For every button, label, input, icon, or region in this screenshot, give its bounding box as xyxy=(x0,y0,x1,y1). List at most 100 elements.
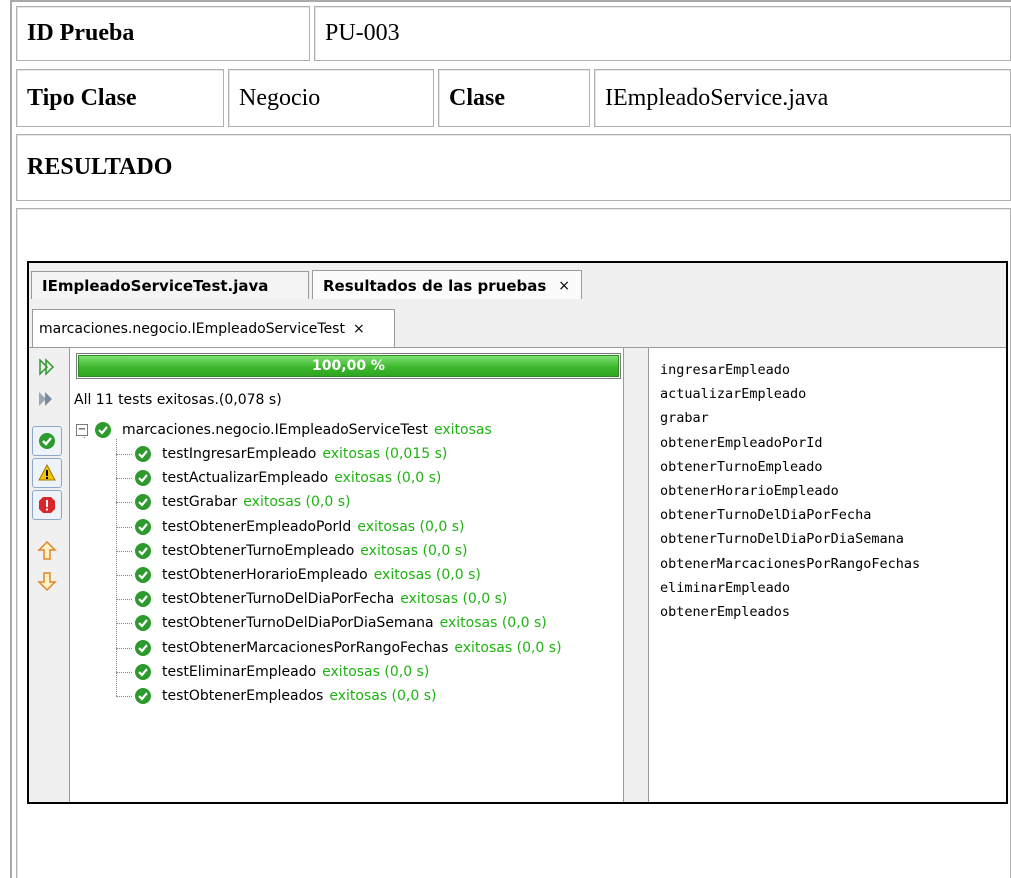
test-row[interactable]: testObtenerMarcacionesPorRangoFechas exit… xyxy=(134,637,562,659)
tree-connector xyxy=(116,502,132,504)
output-line: obtenerEmpleados xyxy=(660,604,791,620)
passed-icon xyxy=(95,422,111,438)
suite-status: exitosas xyxy=(433,422,492,438)
test-row[interactable]: testObtenerHorarioEmpleado exitosas (0,0 … xyxy=(134,564,481,586)
passed-icon xyxy=(135,470,151,487)
test-name: testObtenerMarcacionesPorRangoFechas xyxy=(162,639,449,656)
passed-icon xyxy=(135,518,151,535)
clase-value: IEmpleadoService.java xyxy=(594,69,1011,127)
tab-label: IEmpleadoServiceTest.java xyxy=(42,276,269,295)
passed-icon xyxy=(135,615,151,632)
tree-connector xyxy=(116,696,132,697)
show-errors-icon[interactable] xyxy=(32,490,62,520)
suite-node[interactable]: − marcaciones.negocio.IEmpleadoServiceTe… xyxy=(76,419,492,441)
show-warnings-icon[interactable] xyxy=(32,458,62,488)
rerun-failed-icon[interactable] xyxy=(32,384,62,414)
progress-label: 100,00 % xyxy=(312,358,385,374)
test-status: exitosas (0,0 s) xyxy=(334,470,442,487)
test-name: testObtenerEmpleadoPorId xyxy=(162,518,352,535)
test-row[interactable]: testObtenerEmpleados exitosas (0,0 s) xyxy=(134,685,437,707)
test-results-window: IEmpleadoServiceTest.java Resultados de … xyxy=(27,261,1008,804)
test-status: exitosas (0,0 s) xyxy=(357,518,465,535)
output-line: obtenerTurnoDelDiaPorFecha xyxy=(660,507,872,524)
tree-connector xyxy=(116,623,132,625)
output-line: obtenerHorarioEmpleado xyxy=(660,483,839,499)
tree-connector xyxy=(116,671,132,673)
tipo-clase-label: Tipo Clase xyxy=(16,69,224,127)
passed-icon xyxy=(135,663,151,680)
test-name: testObtenerHorarioEmpleado xyxy=(162,567,368,583)
output-line: eliminarEmpleado xyxy=(660,579,791,596)
output-line: obtenerTurnoEmpleado xyxy=(660,458,823,475)
passed-icon xyxy=(135,688,151,704)
test-status: exitosas (0,0 s) xyxy=(454,639,562,656)
test-row[interactable]: testIngresarEmpleado exitosas (0,015 s) xyxy=(134,443,447,465)
tree-connector xyxy=(116,550,132,552)
show-passed-icon[interactable] xyxy=(32,426,62,456)
tipo-clase-value: Negocio xyxy=(228,69,434,127)
test-status: exitosas (0,0 s) xyxy=(439,615,547,632)
tab-label: Resultados de las pruebas xyxy=(323,276,547,295)
tree-connector xyxy=(116,478,132,480)
test-toolbar xyxy=(29,348,69,802)
collapse-icon[interactable]: − xyxy=(76,424,88,436)
suite-name: marcaciones.negocio.IEmpleadoServiceTest xyxy=(122,422,428,438)
output-line: actualizarEmpleado xyxy=(660,386,807,403)
clase-label: Clase xyxy=(438,69,590,127)
resultado-label: RESULTADO xyxy=(16,134,1011,201)
editor-tab-bar: IEmpleadoServiceTest.java Resultados de … xyxy=(29,263,1006,300)
next-failure-icon[interactable] xyxy=(32,566,62,596)
test-name: testObtenerTurnoDelDiaPorDiaSemana xyxy=(162,615,434,632)
test-row[interactable]: testEliminarEmpleado exitosas (0,0 s) xyxy=(134,661,429,683)
test-status: exitosas (0,0 s) xyxy=(360,542,468,559)
passed-icon xyxy=(135,567,151,583)
progress-bar: 100,00 % xyxy=(76,353,621,379)
test-status: exitosas (0,0 s) xyxy=(322,663,430,680)
tab-test-results[interactable]: Resultados de las pruebas × xyxy=(312,270,582,300)
test-tree-pane: 100,00 % All 11 tests exitosas.(0,078 s)… xyxy=(69,348,624,802)
output-line: grabar xyxy=(660,410,709,427)
pane-divider[interactable] xyxy=(624,348,648,802)
test-row[interactable]: testObtenerTurnoDelDiaPorDiaSemana exitos… xyxy=(134,612,547,634)
test-status: exitosas (0,0 s) xyxy=(373,567,481,583)
passed-icon xyxy=(135,494,151,511)
tree-connector xyxy=(116,647,132,649)
tree-connector xyxy=(116,526,132,528)
test-status: exitosas (0,0 s) xyxy=(329,688,437,704)
test-row[interactable]: testObtenerTurnoDelDiaPorFecha exitosas (… xyxy=(134,588,507,610)
previous-failure-icon[interactable] xyxy=(32,536,62,566)
output-line: ingresarEmpleado xyxy=(660,362,791,378)
output-line: obtenerMarcacionesPorRangoFechas xyxy=(660,555,921,572)
test-name: testEliminarEmpleado xyxy=(162,663,317,680)
id-prueba-value: PU-003 xyxy=(314,6,1011,61)
tab-test-suite[interactable]: marcaciones.negocio.IEmpleadoServiceTest… xyxy=(32,309,395,347)
passed-icon xyxy=(135,542,151,559)
passed-icon xyxy=(135,591,151,608)
tree-connector xyxy=(116,599,132,601)
output-line: obtenerEmpleadoPorId xyxy=(660,434,823,451)
tree-connector xyxy=(116,454,132,455)
passed-icon xyxy=(135,446,151,462)
test-summary: All 11 tests exitosas.(0,078 s) xyxy=(74,392,282,408)
output-pane: ingresarEmpleado actualizarEmpleado grabar… xyxy=(648,348,1006,802)
test-row[interactable]: testObtenerTurnoEmpleado exitosas (0,0 s) xyxy=(134,540,467,562)
test-name: testIngresarEmpleado xyxy=(162,446,317,462)
id-prueba-label: ID Prueba xyxy=(16,6,310,61)
test-name: testObtenerTurnoEmpleado xyxy=(162,542,355,559)
test-name: testObtenerTurnoDelDiaPorFecha xyxy=(162,591,395,608)
test-name: testGrabar xyxy=(162,494,238,511)
test-status: exitosas (0,0 s) xyxy=(400,591,508,608)
test-row[interactable]: testGrabar exitosas (0,0 s) xyxy=(134,491,350,513)
test-row[interactable]: testActualizarEmpleado exitosas (0,0 s) xyxy=(134,467,441,489)
close-icon[interactable]: × xyxy=(353,321,365,337)
output-line: obtenerTurnoDelDiaPorDiaSemana xyxy=(660,531,904,548)
tab-label: marcaciones.negocio.IEmpleadoServiceTest xyxy=(39,320,345,337)
close-icon[interactable]: × xyxy=(558,278,570,294)
results-tab-bar: marcaciones.negocio.IEmpleadoServiceTest… xyxy=(29,299,1006,348)
test-name: testActualizarEmpleado xyxy=(162,470,329,487)
tab-test-source[interactable]: IEmpleadoServiceTest.java xyxy=(31,271,309,299)
tree-connector xyxy=(116,575,132,576)
rerun-icon[interactable] xyxy=(32,352,62,382)
test-row[interactable]: testObtenerEmpleadoPorId exitosas (0,0 s) xyxy=(134,516,464,538)
passed-icon xyxy=(135,639,151,656)
